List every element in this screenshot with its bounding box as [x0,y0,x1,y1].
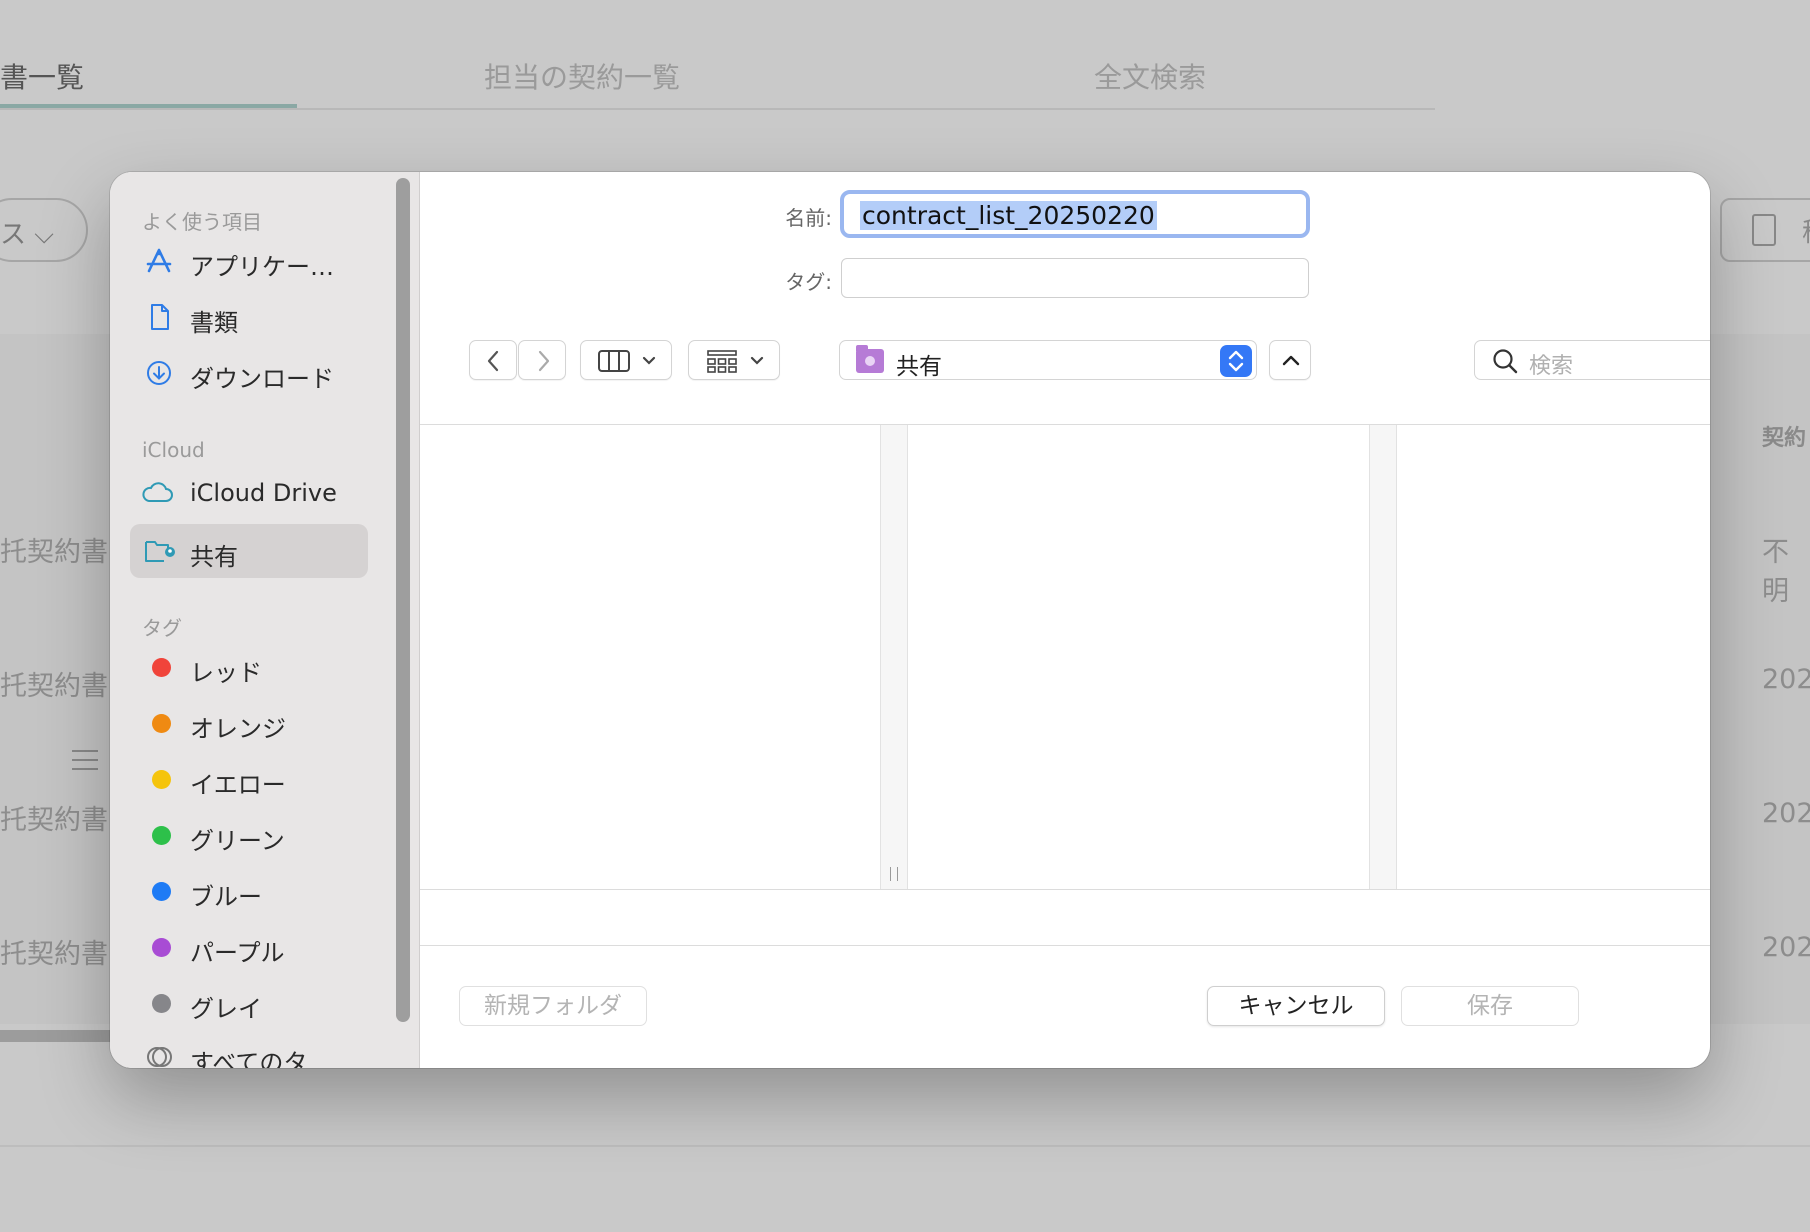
view-mode-button[interactable] [580,340,672,380]
new-folder-button[interactable]: 新規フォルダ [459,986,647,1026]
sidebar-item-shared[interactable]: 共有 [130,524,368,578]
tag-color-dot [152,826,171,845]
browser-status-strip [420,890,1710,946]
sidebar-tag-green[interactable]: グリーン [130,808,368,862]
name-label: 名前: [785,206,832,230]
resize-grip-icon[interactable] [890,867,898,881]
document-icon [151,304,169,330]
sidebar-item-label: グレイ [190,995,262,1023]
applications-icon [146,248,172,273]
tag-label: タグ: [785,270,832,294]
bg-tab-assigned-contracts: 担当の契約一覧 [484,61,681,94]
popup-stepper-icon [1220,345,1252,377]
bg-filter-pill: ス ⌵ [0,198,88,262]
shared-folder-icon [145,541,175,562]
file-browser[interactable] [420,424,1710,890]
bg-row-value: 202 [1762,664,1810,695]
tag-color-dot [152,938,171,957]
bg-row-title: 托契約書 [0,671,108,702]
sidebar-item-label: レッド [190,659,262,687]
filename-field[interactable]: contract_list_20250220 [840,190,1310,238]
all-tags-icon [147,1047,172,1067]
bg-import-button: 移 [1720,198,1810,262]
dialog-main-panel: 名前: contract_list_20250220 タグ: 共有 検索 新規フ… [420,172,1710,1068]
column-divider[interactable] [880,425,908,889]
forward-button[interactable] [518,340,566,380]
sidebar-item-label: ブルー [190,883,262,911]
sidebar-all-tags[interactable]: すべてのタ… [130,1030,368,1068]
tag-color-dot [152,770,171,789]
cloud-icon [142,482,173,502]
group-button[interactable] [688,340,780,380]
search-input[interactable]: 検索 [1474,340,1710,380]
back-button[interactable] [469,340,517,380]
sidebar-item-label: iCloud Drive [190,479,337,507]
bg-row-title: 托契約書 [0,939,108,970]
tag-color-dot [152,882,171,901]
chevron-up-icon [1282,355,1300,366]
sidebar-tag-yellow[interactable]: イエロー [130,752,368,806]
sidebar-tag-gray[interactable]: グレイ [130,976,368,1030]
bg-row-value: 202 [1762,798,1810,829]
sidebar-item-label: グリーン [190,827,285,855]
search-icon [1493,349,1518,374]
sidebar-item-label: ダウンロード [190,365,334,393]
sidebar-item-icloud-drive[interactable]: iCloud Drive [130,466,368,520]
bg-horizontal-scrollbar [0,1030,120,1042]
sidebar-header-favorites: よく使う項目 [142,210,262,234]
sidebar-scrollbar[interactable] [396,178,410,1022]
grid-group-icon [707,350,764,373]
finder-sidebar: よく使う項目 アプリケー… 書類 ダウンロード iCloud iCloud Dr… [110,172,420,1068]
save-dialog: よく使う項目 アプリケー… 書類 ダウンロード iCloud iCloud Dr… [110,172,1710,1068]
sidebar-item-applications[interactable]: アプリケー… [130,234,368,288]
filename-value[interactable]: contract_list_20250220 [860,201,1157,230]
save-button[interactable]: 保存 [1401,986,1579,1026]
column-view-icon [598,350,656,372]
bg-divider [0,1145,1810,1147]
expand-collapse-button[interactable] [1269,340,1311,380]
bg-row-value: 202 [1762,932,1810,963]
cancel-button[interactable]: キャンセル [1207,986,1385,1026]
sidebar-header-icloud: iCloud [142,438,205,462]
bg-row-title: 托契約書 [0,805,108,836]
bg-row-title: 托契約書 [0,537,108,568]
sidebar-tag-red[interactable]: レッド [130,640,368,694]
bg-tab-fulltext-search: 全文検索 [1094,61,1207,94]
tag-color-dot [152,994,171,1013]
location-label: 共有 [896,354,942,380]
column-divider[interactable] [1369,425,1397,889]
tag-input[interactable] [841,258,1309,298]
background-tab-bar: 書一覧 担当の契約一覧 全文検索 [0,0,1435,110]
tag-color-dot [152,714,171,733]
chevron-left-icon [487,350,499,372]
bg-tab-underline [0,104,297,108]
download-icon [147,361,171,385]
sidebar-item-label: 共有 [190,543,238,571]
shared-folder-icon [856,345,884,373]
bg-filter-icon [72,750,98,774]
sidebar-header-tags: タグ [142,616,182,640]
sidebar-item-downloads[interactable]: ダウンロード [130,346,368,400]
bg-row-value: 不明 [1762,537,1789,607]
sidebar-item-label: アプリケー… [190,253,334,281]
search-placeholder: 検索 [1529,354,1574,379]
sidebar-tag-purple[interactable]: パープル [130,920,368,974]
sidebar-item-documents[interactable]: 書類 [130,290,368,344]
sidebar-item-label: すべてのタ… [190,1049,332,1068]
chevron-right-icon [538,350,550,372]
tag-color-dot [152,658,171,677]
sidebar-item-label: イエロー [190,771,286,799]
bg-column-header: 契約 [1762,426,1807,451]
sidebar-tag-blue[interactable]: ブルー [130,864,368,918]
bg-tab-contract-list: 書一覧 [0,61,85,94]
sidebar-item-label: オレンジ [190,715,286,743]
sidebar-item-label: 書類 [190,309,238,337]
location-popup[interactable]: 共有 [839,340,1257,380]
bg-document-icon [1752,214,1776,246]
sidebar-tag-orange[interactable]: オレンジ [130,696,368,750]
sidebar-item-label: パープル [190,939,285,967]
